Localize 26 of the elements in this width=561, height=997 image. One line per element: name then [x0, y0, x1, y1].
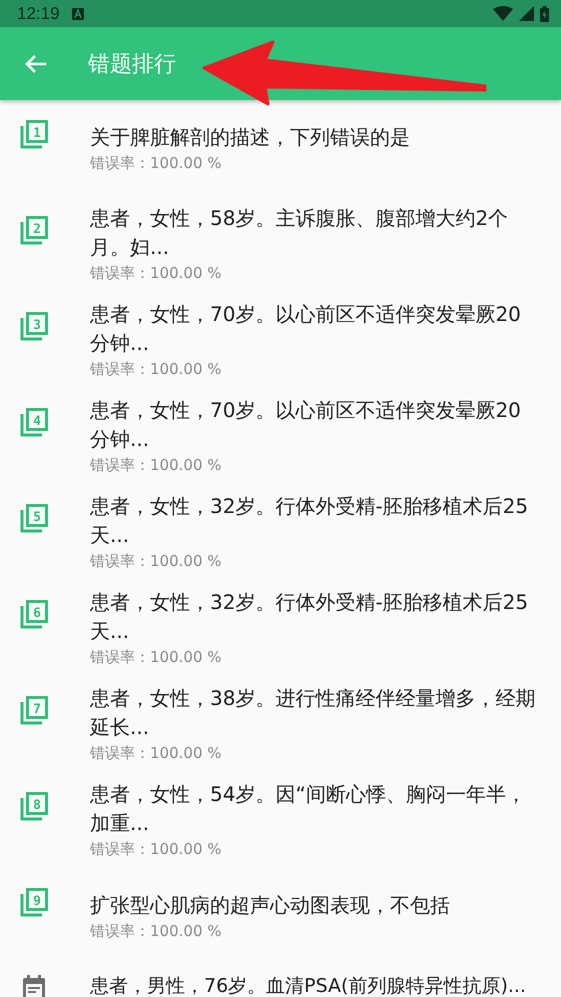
- error-rate: 错误率：100.00 %: [90, 455, 223, 476]
- signal-icon: [519, 6, 534, 21]
- question-title[interactable]: 患者，女性，32岁。行体外受精-胚胎移植术后25天...: [90, 492, 540, 550]
- question-title[interactable]: 患者，女性，58岁。主诉腹胀、腹部增大约2个月。妇...: [90, 204, 540, 262]
- question-title[interactable]: 患者，男性，76岁。血清PSA(前列腺特异性抗原)...: [90, 972, 526, 997]
- question-title[interactable]: 患者，女性，70岁。以心前区不适伴突发晕厥20分钟...: [90, 396, 540, 454]
- battery-icon: [540, 6, 549, 22]
- error-rate: 错误率：100.00 %: [90, 647, 223, 668]
- keyboard-notification-icon: [72, 8, 84, 20]
- question-title[interactable]: 患者，女性，54岁。因“间断心悸、胸闷一年半，加重...: [90, 780, 540, 838]
- error-rate: 错误率：100.00 %: [90, 152, 223, 174]
- back-arrow-icon[interactable]: [25, 54, 47, 74]
- error-rate: 错误率：100.00 %: [90, 551, 223, 572]
- status-time: 12:19: [17, 4, 60, 24]
- wifi-icon: [493, 6, 513, 21]
- page-title: 错题排行: [88, 50, 176, 78]
- error-rate: 错误率：100.00 %: [90, 839, 223, 860]
- question-title[interactable]: 患者，女性，38岁。进行性痛经伴经量增多，经期延长...: [90, 684, 540, 742]
- error-rate: 错误率：100.00 %: [90, 920, 223, 942]
- error-rate: 错误率：100.00 %: [90, 263, 223, 284]
- question-title[interactable]: 扩张型心肌病的超声心动图表现，不包括: [90, 890, 540, 920]
- question-title[interactable]: 患者，女性，32岁。行体外受精-胚胎移植术后25天...: [90, 588, 540, 646]
- question-title[interactable]: 关于脾脏解剖的描述，下列错误的是: [90, 122, 540, 152]
- question-title[interactable]: 患者，女性，70岁。以心前区不适伴突发晕厥20分钟...: [90, 300, 540, 358]
- error-rate: 错误率：100.00 %: [90, 743, 223, 764]
- error-rate: 错误率：100.00 %: [90, 359, 223, 380]
